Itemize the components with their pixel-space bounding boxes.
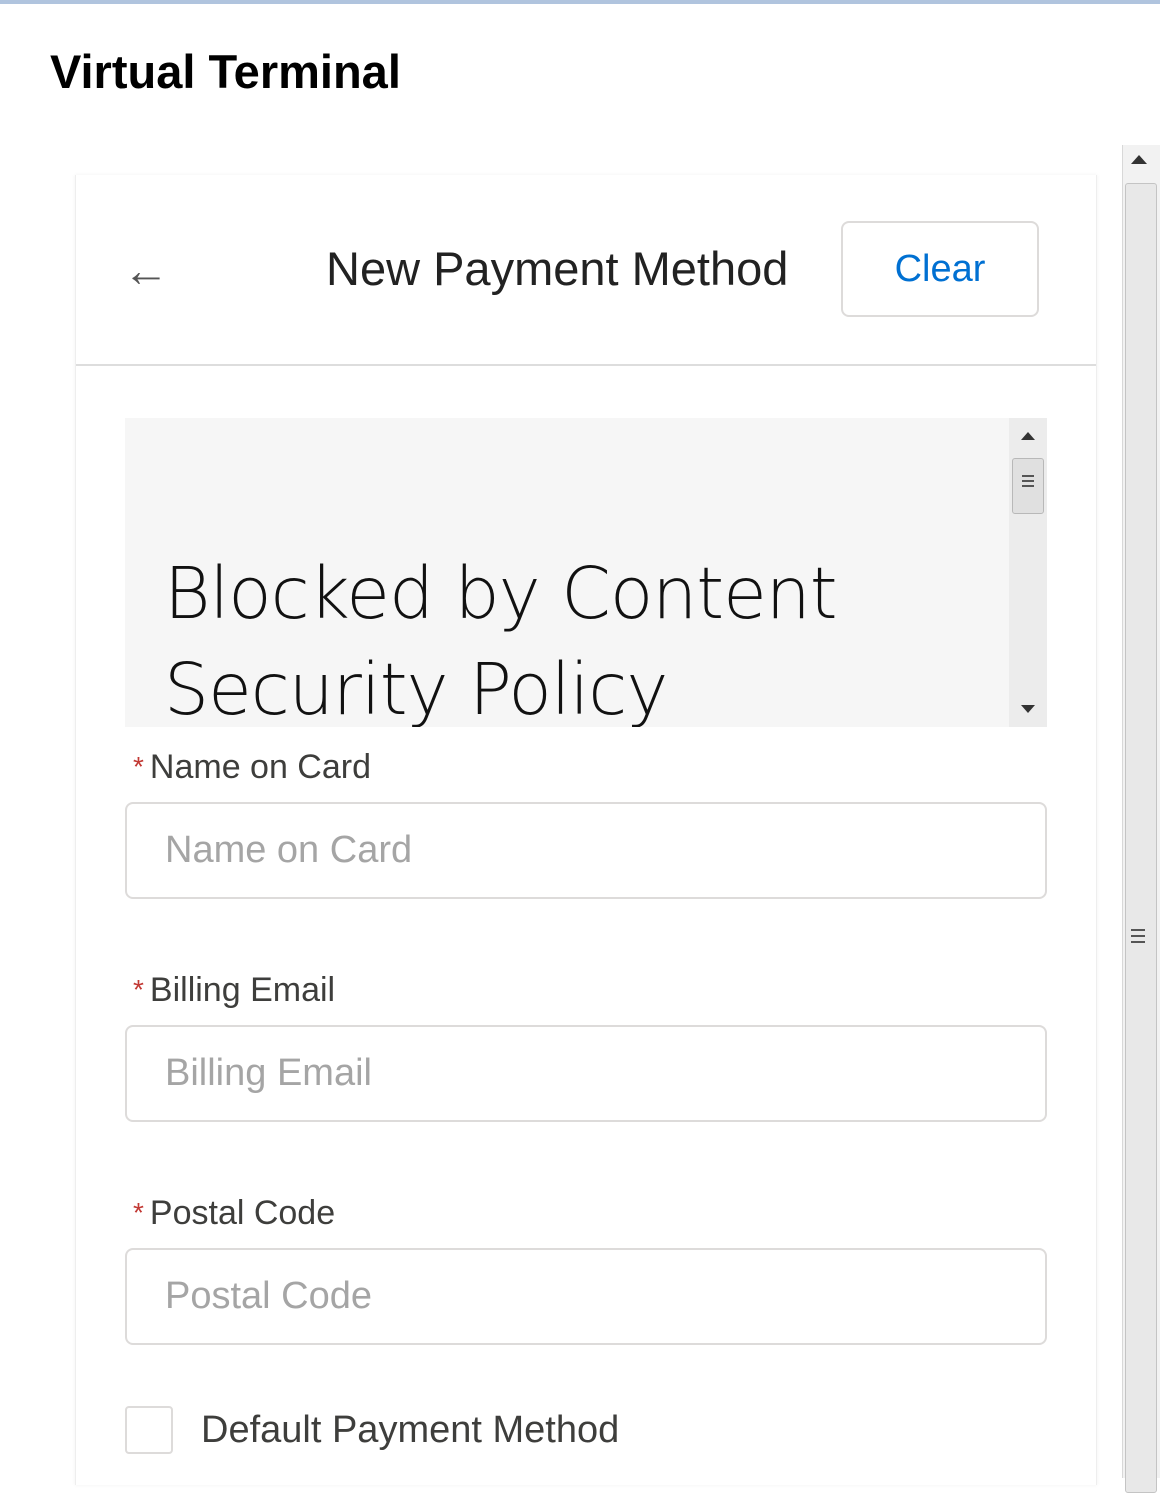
postal-code-label-text: Postal Code [149,1194,336,1232]
iframe-scrollbar[interactable] [1009,418,1047,727]
default-payment-label: Default Payment Method [201,1408,620,1451]
required-marker: * [133,751,144,782]
default-payment-checkbox[interactable] [125,1406,173,1454]
name-on-card-input[interactable] [125,802,1047,899]
billing-email-input[interactable] [125,1025,1047,1122]
scroll-up-arrow-icon[interactable] [1131,155,1147,164]
scrollbar-grip-icon [1131,929,1145,947]
scroll-down-arrow-icon[interactable] [1021,705,1035,713]
page-scrollbar[interactable] [1122,145,1160,1493]
back-button[interactable]: ← [116,244,176,296]
name-on-card-label: * Name on Card [133,747,371,787]
scrollbar-grip-icon [1022,475,1034,490]
required-marker: * [133,974,144,1005]
postal-code-input[interactable] [125,1248,1047,1345]
billing-email-label-text: Billing Email [149,971,336,1009]
card-header: ← New Payment Method Clear [76,175,1096,366]
page-title: Virtual Terminal [50,45,401,98]
page-scrollbar-thumb[interactable] [1125,183,1157,1493]
blocked-message: Blocked by Content Security Policy [164,552,838,727]
window-top-border [0,0,1160,4]
required-marker: * [133,1197,144,1228]
clear-button[interactable]: Clear [841,221,1039,317]
postal-code-label: * Postal Code [133,1193,335,1233]
scroll-up-arrow-icon[interactable] [1021,432,1035,440]
default-payment-checkbox-row[interactable]: Default Payment Method [125,1405,619,1455]
card-title: New Payment Method [326,242,789,295]
payment-method-card: ← New Payment Method Clear Blocked by Co… [75,175,1097,1485]
card-input-iframe[interactable]: Blocked by Content Security Policy [125,418,1047,727]
arrow-left-icon: ← [123,244,169,296]
name-on-card-label-text: Name on Card [149,748,372,786]
billing-email-label: * Billing Email [133,970,335,1010]
iframe-scrollbar-thumb[interactable] [1012,458,1044,514]
